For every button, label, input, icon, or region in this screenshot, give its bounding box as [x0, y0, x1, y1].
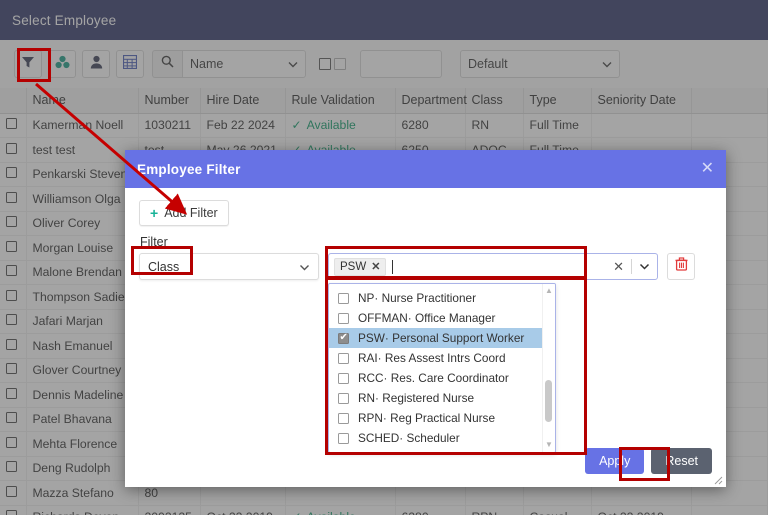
trash-icon — [675, 257, 688, 276]
close-icon[interactable]: ✕ — [701, 161, 714, 177]
resize-handle[interactable] — [713, 475, 723, 485]
annotation-box-apply-button — [619, 447, 670, 481]
annotation-box-filter-button — [17, 48, 51, 82]
dialog-title: Employee Filter — [137, 161, 241, 177]
annotation-box-filter-field — [131, 246, 193, 275]
chevron-down-icon[interactable] — [639, 261, 650, 273]
annotation-box-options-dropdown — [325, 276, 587, 455]
chevron-down-icon — [299, 260, 310, 274]
annotation-box-value-multiselect — [325, 246, 587, 280]
multiselect-actions: ✕ — [613, 259, 653, 275]
add-filter-label: Add Filter — [164, 206, 218, 220]
divider — [631, 259, 632, 274]
add-filter-button[interactable]: + Add Filter — [139, 200, 229, 226]
plus-icon: + — [150, 205, 159, 221]
dialog-header: Employee Filter ✕ — [125, 150, 726, 188]
delete-filter-button[interactable] — [667, 253, 695, 280]
clear-all-icon[interactable]: ✕ — [613, 259, 624, 275]
